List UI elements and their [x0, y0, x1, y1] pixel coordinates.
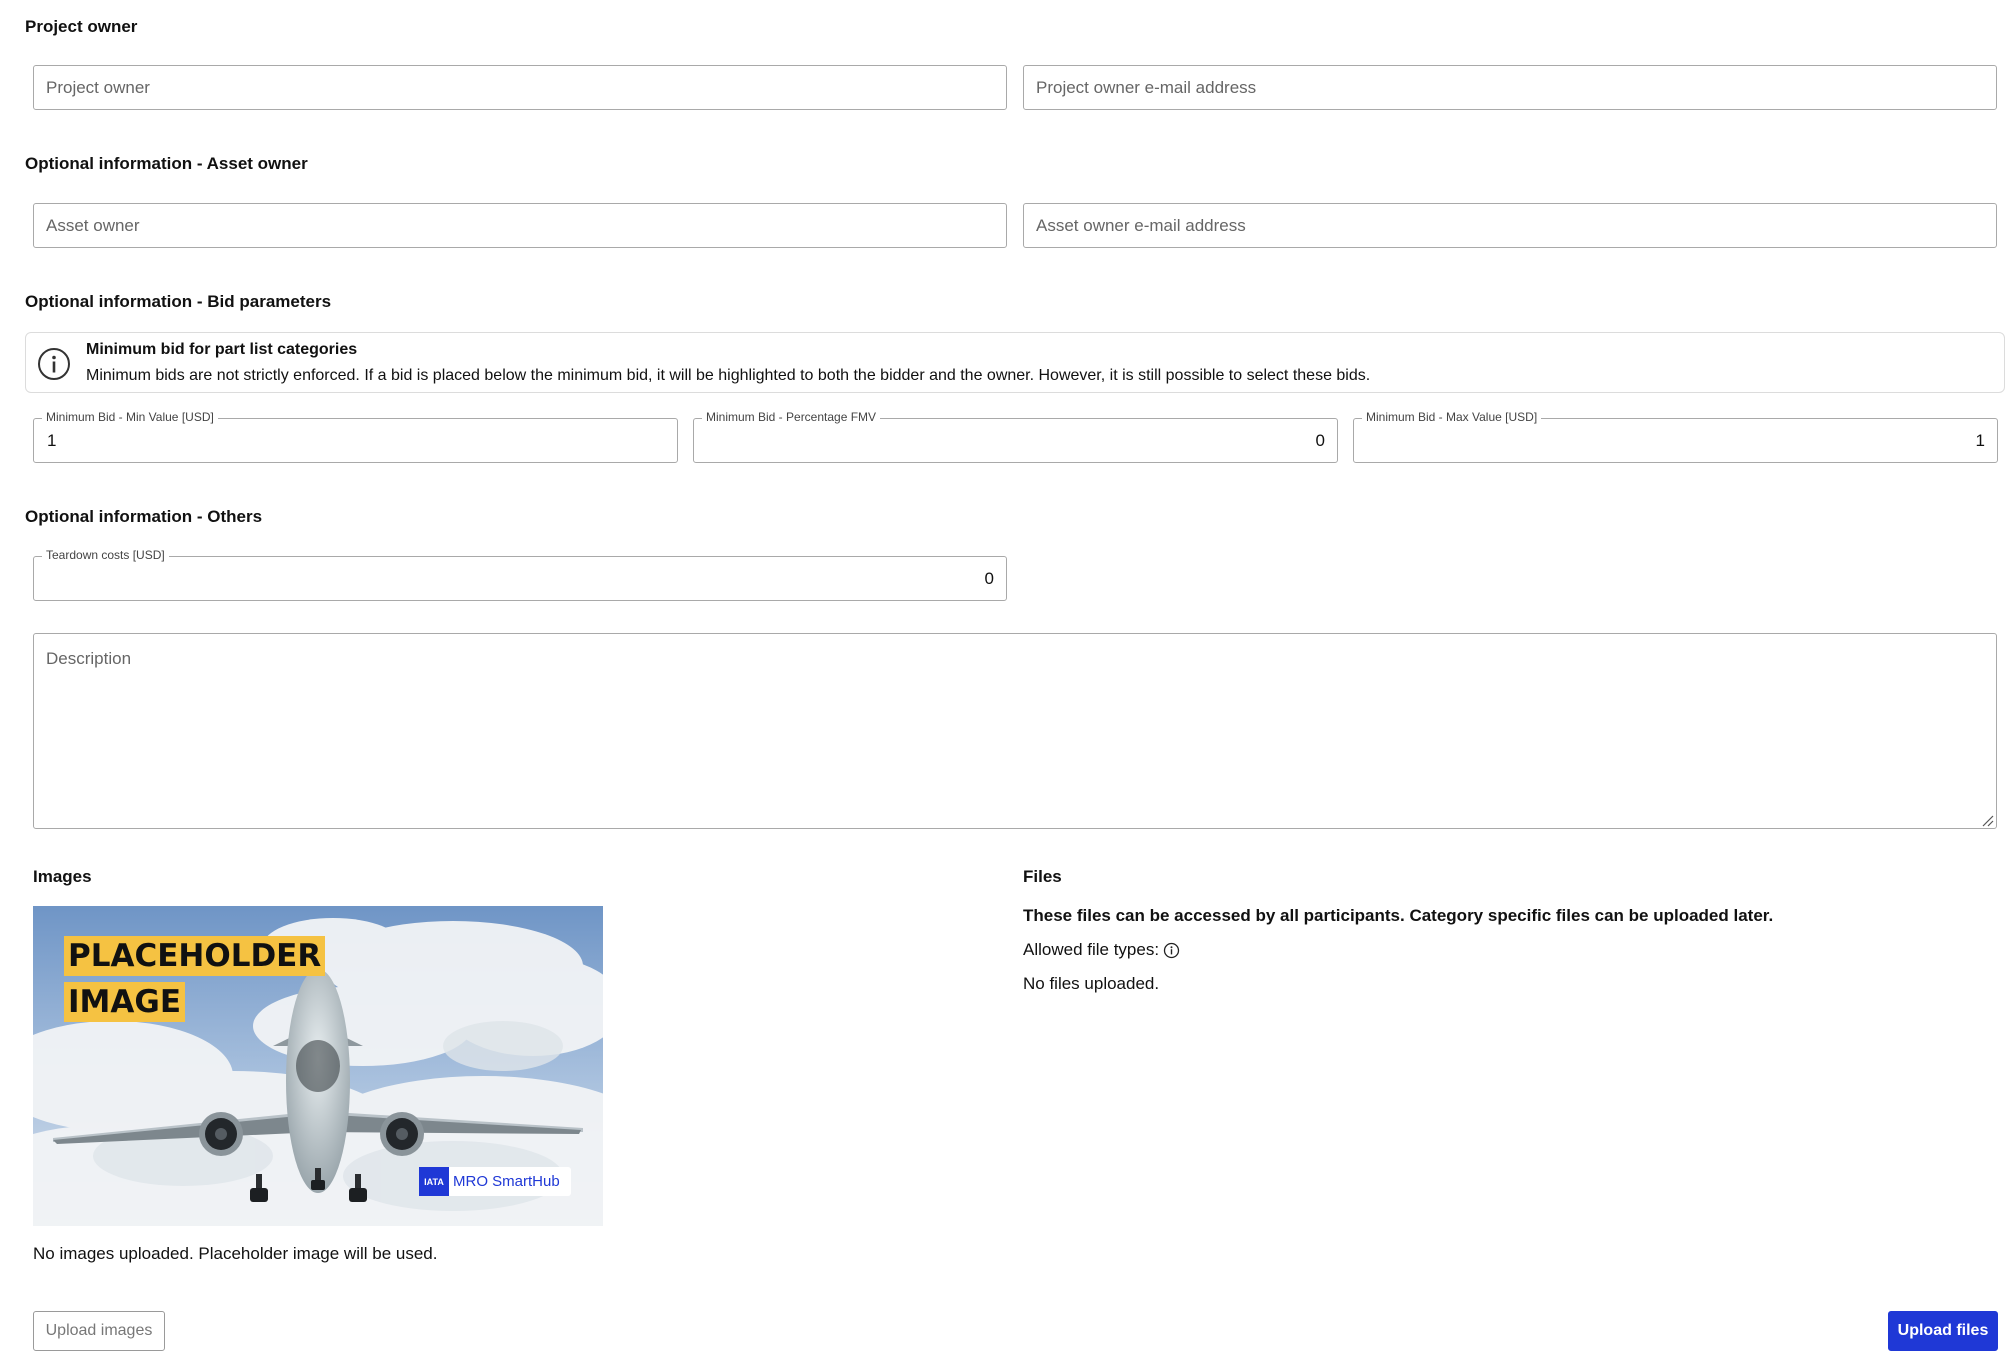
placeholder-label-line2: IMAGE [64, 982, 185, 1022]
files-title: Files [1023, 867, 1062, 886]
asset-owner-placeholder: Asset owner [46, 215, 140, 235]
brand-badge: IATA MRO SmartHub [419, 1167, 571, 1196]
section-title-project-owner: Project owner [25, 17, 138, 36]
min-bid-max-value-input[interactable]: Minimum Bid - Max Value [USD] 1 [1353, 410, 1998, 463]
project-owner-placeholder: Project owner [46, 77, 150, 97]
bid-info-title: Minimum bid for part list categories [86, 341, 358, 358]
min-bid-max-value: 1 [1975, 430, 1985, 450]
placeholder-image: PLACEHOLDER IMAGE IATA MRO SmartHub [33, 906, 603, 1226]
min-bid-min-value-input[interactable]: Minimum Bid - Min Value [USD] 1 [33, 410, 678, 463]
asset-owner-email-placeholder: Asset owner e-mail address [1036, 215, 1246, 235]
iata-logo: IATA [419, 1167, 449, 1196]
min-bid-min-value: 1 [47, 430, 57, 450]
asset-owner-input[interactable]: Asset owner [33, 203, 1007, 248]
allowed-file-types-label: Allowed file types: [1023, 940, 1160, 959]
images-title: Images [33, 867, 92, 886]
files-note: These files can be accessed by all parti… [1023, 906, 1774, 925]
info-icon [37, 347, 71, 381]
min-bid-max-value-label: Minimum Bid - Max Value [USD] [1362, 410, 1542, 424]
bid-info-text: Minimum bids are not strictly enforced. … [86, 367, 1371, 384]
min-bid-percentage-value: 0 [1315, 430, 1325, 450]
asset-owner-email-input[interactable]: Asset owner e-mail address [1023, 203, 1997, 248]
upload-files-button[interactable]: Upload files [1888, 1311, 1998, 1351]
section-title-asset-owner: Optional information - Asset owner [25, 154, 308, 173]
info-small-icon[interactable] [1163, 942, 1180, 959]
project-owner-email-placeholder: Project owner e-mail address [1036, 77, 1257, 97]
description-placeholder: Description [46, 649, 132, 668]
upload-images-button[interactable]: Upload images [33, 1311, 165, 1351]
images-status: No images uploaded. Placeholder image wi… [33, 1244, 438, 1263]
section-title-bid-parameters: Optional information - Bid parameters [25, 292, 332, 311]
bid-info-box: Minimum bid for part list categories Min… [25, 332, 2005, 393]
min-bid-percentage-input[interactable]: Minimum Bid - Percentage FMV 0 [693, 410, 1338, 463]
description-textarea[interactable]: Description [33, 633, 1997, 829]
min-bid-min-value-label: Minimum Bid - Min Value [USD] [42, 410, 218, 424]
allowed-file-types: Allowed file types: [1023, 940, 1180, 960]
resize-handle-icon[interactable] [1980, 812, 1994, 827]
teardown-costs-label: Teardown costs [USD] [42, 548, 169, 562]
teardown-costs-input[interactable]: Teardown costs [USD] 0 [33, 548, 1007, 601]
section-title-others: Optional information - Others [25, 507, 263, 526]
placeholder-label-line1: PLACEHOLDER [64, 936, 326, 976]
teardown-costs-value: 0 [984, 568, 994, 588]
brand-text: MRO SmartHub [453, 1173, 560, 1190]
project-owner-email-input[interactable]: Project owner e-mail address [1023, 65, 1997, 110]
project-owner-input[interactable]: Project owner [33, 65, 1007, 110]
files-status: No files uploaded. [1023, 974, 1160, 993]
min-bid-percentage-label: Minimum Bid - Percentage FMV [702, 410, 881, 424]
